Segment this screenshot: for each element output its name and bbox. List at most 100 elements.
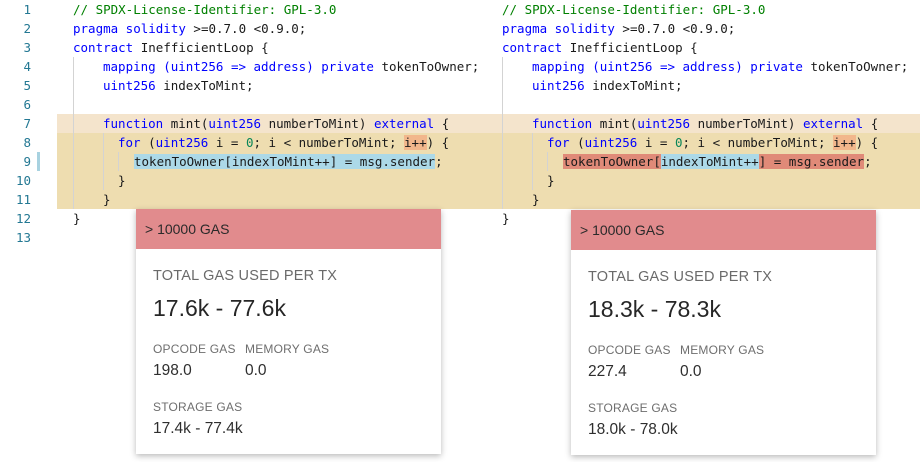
- code-token: ;: [864, 154, 872, 169]
- storage-gas-value: 18.0k - 78.0k: [588, 421, 678, 438]
- code-line: }: [103, 190, 111, 209]
- keyword-token: contract: [73, 40, 134, 55]
- code-token: ; i < numberToMint;: [253, 135, 405, 150]
- line-number: 12: [15, 211, 31, 226]
- comment-token: // SPDX-License-Identifier: GPL-3.0: [502, 2, 766, 17]
- total-gas-value: 17.6k - 77.6k: [153, 295, 286, 321]
- number-token: 0: [245, 135, 254, 150]
- comment-token: // SPDX-License-Identifier: GPL-3.0: [73, 2, 337, 17]
- code-line: }: [532, 190, 540, 209]
- code-line: contract InefficientLoop {: [502, 38, 698, 57]
- keyword-token: mapping: [532, 59, 585, 74]
- code-token: }: [118, 173, 126, 188]
- keyword-token: contract: [502, 40, 563, 55]
- line-number: 3: [23, 40, 31, 55]
- code-token: >=0.7.0 <0.9.0;: [185, 21, 307, 36]
- code-line: function mint(uint256 numberToMint) exte…: [532, 114, 878, 133]
- keyword-token: uint256: [155, 135, 209, 150]
- code-token: indexToMint;: [584, 78, 683, 93]
- code-line: tokenToOwner[indexToMint++] = msg.sender…: [563, 152, 872, 171]
- code-line: for (uint256 i = 0; i < numberToMint; i+…: [547, 133, 878, 152]
- code-token: ; i < numberToMint;: [682, 135, 834, 150]
- code-token: InefficientLoop {: [133, 40, 269, 55]
- line-number: 4: [23, 59, 31, 74]
- code-line: pragma solidity >=0.7.0 <0.9.0;: [73, 19, 306, 38]
- memory-gas-label: MEMORY GAS: [245, 342, 330, 356]
- code-line: }: [73, 209, 81, 228]
- gas-card-right: > 10000 GAS TOTAL GAS USED PER TX 18.3k …: [571, 210, 876, 455]
- indent-guide: [547, 152, 548, 171]
- keyword-token: pragma solidity: [502, 21, 615, 36]
- opcode-gas-value: 198.0: [153, 362, 192, 379]
- mapping-access-highlight: tokenToOwner: [563, 154, 654, 169]
- code-line: // SPDX-License-Identifier: GPL-3.0: [73, 0, 336, 19]
- keyword-token: uint256: [532, 78, 585, 93]
- code-token: i =: [637, 135, 675, 150]
- keyword-token: uint256: [637, 116, 691, 131]
- number-token: 0: [674, 135, 683, 150]
- storage-gas-label: STORAGE GAS: [153, 400, 243, 414]
- highlighted-statement: tokenToOwner[indexToMint++] = msg.sender: [134, 154, 436, 169]
- code-token: mint(: [592, 116, 638, 131]
- code-token: i =: [208, 135, 246, 150]
- bracket-highlight: [: [653, 154, 661, 169]
- total-gas-label: TOTAL GAS USED PER TX: [153, 268, 338, 284]
- increment-highlight: i++: [404, 135, 427, 150]
- code-token: mint(: [163, 116, 209, 131]
- code-token: (: [569, 135, 585, 150]
- line-number: 9: [23, 154, 31, 169]
- memory-gas-value: 0.0: [245, 362, 267, 379]
- code-token: ;: [435, 154, 443, 169]
- code-token: InefficientLoop {: [562, 40, 698, 55]
- code-line: }: [547, 171, 555, 190]
- code-token: }: [502, 211, 510, 226]
- total-gas-value: 18.3k - 78.3k: [588, 296, 721, 322]
- memory-gas-value: 0.0: [680, 363, 702, 380]
- gas-card-header: > 10000 GAS: [571, 210, 876, 250]
- keyword-token: uint256: [584, 135, 638, 150]
- type-token: (uint256 => address): [584, 59, 751, 74]
- code-token: indexToMint;: [155, 78, 254, 93]
- code-token: (: [140, 135, 156, 150]
- opcode-gas-label: OPCODE GAS: [153, 342, 236, 356]
- index-increment-highlight: indexToMint++: [660, 154, 759, 169]
- code-line: uint256 indexToMint;: [532, 76, 683, 95]
- code-token: ) {: [855, 135, 879, 150]
- storage-gas-label: STORAGE GAS: [588, 401, 678, 415]
- keyword-token: external: [373, 116, 435, 131]
- code-line: for (uint256 i = 0; i < numberToMint; i+…: [118, 133, 449, 152]
- keyword-token: for: [547, 135, 570, 150]
- indent-guide: [118, 152, 119, 171]
- code-token: ) {: [426, 135, 450, 150]
- code-token: >=0.7.0 <0.9.0;: [614, 21, 736, 36]
- keyword-token: private: [321, 59, 374, 74]
- code-token: = msg.sender: [337, 154, 436, 169]
- line-number: 5: [23, 78, 31, 93]
- code-line: pragma solidity >=0.7.0 <0.9.0;: [502, 19, 735, 38]
- storage-gas-value: 17.4k - 77.4k: [153, 420, 243, 437]
- current-line-marker: [37, 152, 40, 171]
- assignment-highlight: = msg.sender: [766, 154, 865, 169]
- keyword-token: function: [532, 116, 593, 131]
- line-number: 13: [15, 230, 31, 245]
- code-line: contract InefficientLoop {: [73, 38, 269, 57]
- code-token: }: [532, 192, 540, 207]
- code-line: tokenToOwner[indexToMint++] = msg.sender…: [134, 152, 443, 171]
- memory-gas-label: MEMORY GAS: [680, 343, 765, 357]
- indent-guide: [502, 57, 503, 209]
- type-token: (uint256 => address): [155, 59, 322, 74]
- code-line: function mint(uint256 numberToMint) exte…: [103, 114, 449, 133]
- keyword-token: function: [103, 116, 164, 131]
- code-line: mapping (uint256 => address) private tok…: [532, 57, 908, 76]
- line-number: 2: [23, 21, 31, 36]
- line-number: 11: [15, 192, 31, 207]
- code-token: {: [434, 116, 450, 131]
- code-token: numberToMint): [261, 116, 374, 131]
- keyword-token: uint256: [208, 116, 262, 131]
- line-number: 10: [15, 173, 31, 188]
- keyword-token: external: [802, 116, 864, 131]
- keyword-token: pragma solidity: [73, 21, 186, 36]
- gas-card-header: > 10000 GAS: [136, 209, 441, 249]
- keyword-token: for: [118, 135, 141, 150]
- code-token: }: [547, 173, 555, 188]
